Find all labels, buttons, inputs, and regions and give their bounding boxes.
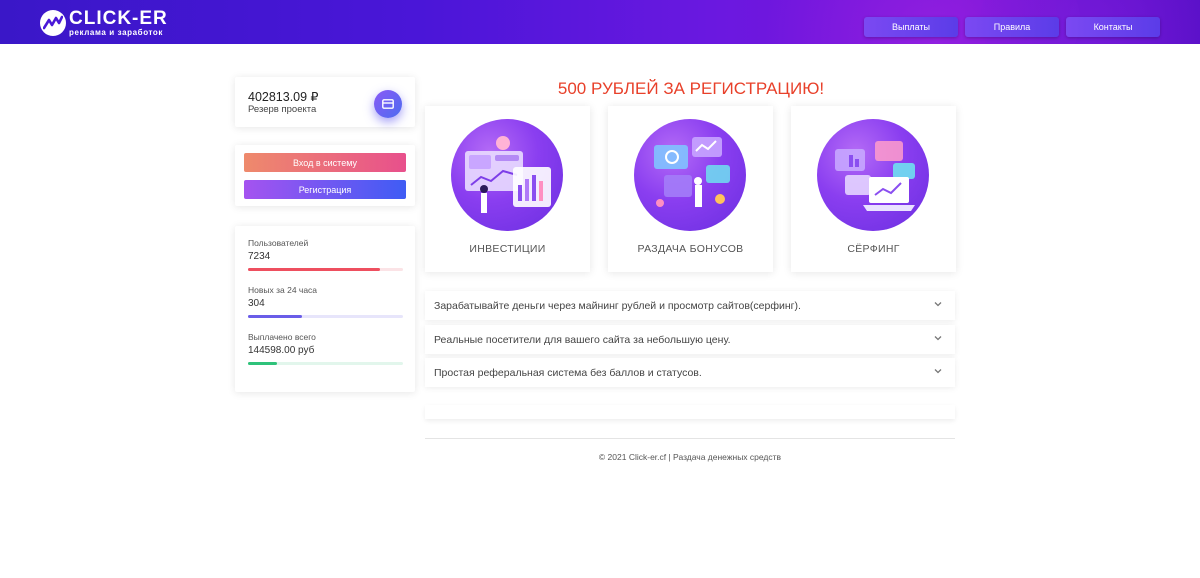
chevron-down-icon [934, 369, 942, 374]
reserve-label: Резерв проекта [248, 104, 317, 115]
footer-divider [425, 438, 955, 439]
auth-card: Вход в систему Регистрация [235, 145, 415, 206]
accordion-item[interactable]: Зарабатывайте деньги через майнинг рубле… [425, 291, 955, 320]
logo-title: CLICK-ER [69, 8, 168, 29]
stats-card: Пользователей 7234 Новых за 24 часа 304 … [235, 226, 415, 392]
register-button[interactable]: Регистрация [244, 180, 406, 199]
accordion-item[interactable]: Реальные посетители для вашего сайта за … [425, 325, 955, 354]
stat-new-24h: Новых за 24 часа 304 [248, 285, 403, 318]
site-logo[interactable]: CLICK-ER реклама и заработок [40, 8, 168, 37]
stat-value: 304 [248, 298, 265, 309]
stat-progress-bar [248, 362, 403, 365]
top-nav: Выплаты Правила Контакты [864, 17, 1160, 37]
logo-subtitle: реклама и заработок [69, 28, 163, 37]
bonus-screens-illustration [634, 119, 746, 231]
feature-caption: РАЗДАЧА БОНУСОВ [637, 243, 744, 255]
stat-label: Выплачено всего [248, 332, 316, 342]
feature-card-investments[interactable]: ИНВЕСТИЦИИ [425, 106, 590, 272]
stat-paid-total: Выплачено всего 144598.00 руб [248, 332, 403, 365]
login-button[interactable]: Вход в систему [244, 153, 406, 172]
reserve-card: 402813.09 ₽ Резерв проекта [235, 77, 415, 127]
stat-progress-bar [248, 315, 403, 318]
stat-users: Пользователей 7234 [248, 238, 403, 271]
accordion-item-text: Зарабатывайте деньги через майнинг рубле… [434, 299, 801, 312]
site-header: CLICK-ER реклама и заработок Выплаты Пра… [0, 0, 1200, 44]
empty-panel [425, 405, 955, 419]
nav-rules-button[interactable]: Правила [965, 17, 1059, 37]
accordion-item-text: Реальные посетители для вашего сайта за … [434, 333, 731, 346]
feature-caption: СЁРФИНГ [847, 243, 900, 255]
chart-zigzag-icon [40, 10, 66, 36]
stat-value: 144598.00 руб [248, 345, 315, 356]
stat-label: Новых за 24 часа [248, 285, 318, 295]
feature-card-bonuses[interactable]: РАЗДАЧА БОНУСОВ [608, 106, 773, 272]
stat-progress-bar [248, 268, 403, 271]
promo-heading: 500 РУБЛЕЙ ЗА РЕГИСТРАЦИЮ! [557, 79, 825, 98]
nav-payouts-button[interactable]: Выплаты [864, 17, 958, 37]
surfing-laptop-illustration [817, 119, 929, 231]
chevron-down-icon [934, 336, 942, 341]
stat-label: Пользователей [248, 238, 309, 248]
accordion-item-text: Простая реферальная система без баллов и… [434, 366, 702, 379]
investment-dashboard-illustration [451, 119, 563, 231]
stat-value: 7234 [248, 251, 271, 262]
footer-text: © 2021 Click-er.cf | Раздача денежных ср… [598, 452, 782, 462]
reserve-amount: 402813.09 ₽ [248, 90, 319, 104]
feature-caption: ИНВЕСТИЦИИ [469, 243, 546, 255]
feature-card-surfing[interactable]: СЁРФИНГ [791, 106, 956, 272]
nav-contacts-button[interactable]: Контакты [1066, 17, 1160, 37]
chevron-down-icon [934, 302, 942, 307]
wallet-card-icon [374, 90, 402, 118]
accordion-item[interactable]: Простая реферальная система без баллов и… [425, 358, 955, 387]
